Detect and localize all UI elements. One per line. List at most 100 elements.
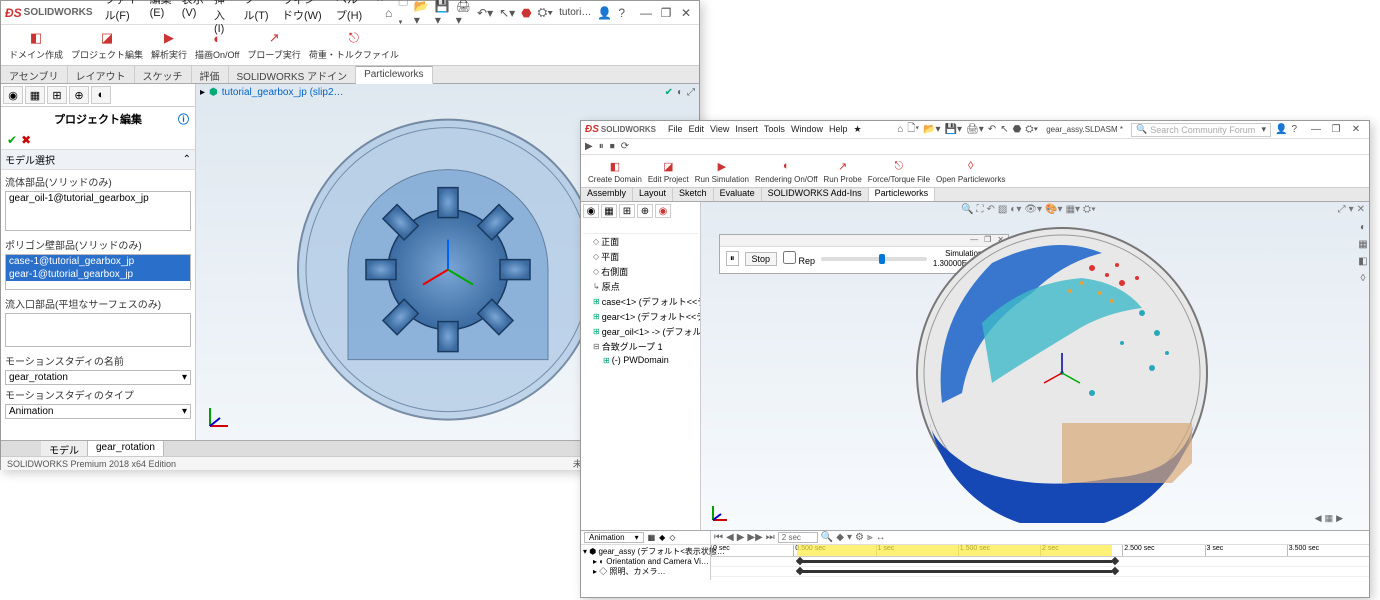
keyframe[interactable] — [1111, 557, 1119, 565]
tl-zoom-icon[interactable]: 🔍 — [821, 532, 833, 543]
track-row[interactable] — [711, 567, 1369, 577]
strip-icon[interactable]: ◊ — [1361, 273, 1366, 284]
motion-type-select[interactable]: Animation▾ — [584, 532, 644, 543]
tab-sketch[interactable]: スケッチ — [135, 66, 192, 83]
panel-help-icon[interactable]: ⓘ — [178, 111, 189, 127]
tl-end-icon[interactable]: ⏭ — [766, 532, 775, 543]
hide-show-icon[interactable]: 👁▾ — [1024, 204, 1042, 215]
ribbon-render-onoff[interactable]: ◐Rendering On/Off — [752, 157, 821, 185]
stop-icon[interactable]: ⏹ — [610, 141, 615, 152]
list-item[interactable]: gear_oil-1@tutorial_gearbox_jp — [6, 192, 190, 205]
print-icon[interactable]: 🖨▾ — [456, 0, 471, 27]
tree-plane-top[interactable]: ◇平面 — [583, 249, 698, 264]
menu-window[interactable]: Window — [791, 124, 823, 135]
ribbon-force-torque[interactable]: ⎋Force/Torque File — [865, 157, 933, 185]
tree-gear[interactable]: ⊞gear<1> (デフォルト<<デフォルト>_表示状… — [583, 309, 698, 324]
time-input[interactable]: 2 sec — [778, 532, 818, 543]
menu-help[interactable]: Help — [829, 124, 848, 135]
strip-icon[interactable]: ▦ — [1358, 239, 1367, 250]
print-icon[interactable]: 🖨▾ — [966, 124, 984, 135]
pause-icon[interactable]: ⏸ — [726, 251, 739, 266]
motion-tree-light[interactable]: ▸ ◇ 照明、カメラ… — [583, 566, 708, 577]
vp-dropdown-icon[interactable]: ▾ — [1349, 204, 1354, 215]
tl-key-icon[interactable]: ◆ — [836, 532, 844, 543]
ribbon-force-torque[interactable]: ⎋荷重・トルクファイル — [305, 27, 403, 63]
open-icon[interactable]: 📂▾ — [923, 124, 940, 135]
home-icon[interactable]: ⌂ — [385, 6, 392, 20]
tree-gear-oil[interactable]: ⊞gear_oil<1> -> (デフォルト<<デフォル… — [583, 324, 698, 339]
view-triad[interactable] — [204, 404, 232, 432]
menu-view[interactable]: View — [710, 124, 729, 135]
ribbon-edit-project[interactable]: ◪Edit Project — [645, 157, 692, 185]
ribbon-create-domain[interactable]: ◧Create Domain — [585, 157, 645, 185]
minimize-icon[interactable]: — — [637, 6, 655, 20]
calc-icon[interactable]: ▦ — [648, 533, 656, 542]
panel-icon-1[interactable]: ◉ — [3, 86, 23, 104]
rep-checkbox[interactable]: Rep — [783, 251, 815, 266]
minimize-icon[interactable]: — — [1307, 124, 1325, 135]
list-item[interactable]: case-1@tutorial_gearbox_jp — [6, 255, 190, 268]
panel-icon-4[interactable]: ⊕ — [637, 204, 653, 218]
zoom-fit-icon[interactable]: 🔍 — [961, 204, 973, 215]
save-icon[interactable]: 💾▾ — [945, 124, 962, 135]
vp-expand-icon[interactable]: ⤢ — [1338, 204, 1346, 215]
menu-insert[interactable]: Insert — [735, 124, 758, 135]
user-icon[interactable]: 👤 — [1275, 124, 1287, 135]
status-ok-icon[interactable]: ✔ — [665, 87, 673, 98]
panel-icon-5[interactable]: ◉ — [655, 204, 671, 218]
tree-mate-group[interactable]: ⊟合致グループ 1 — [583, 339, 698, 354]
tab-layout[interactable]: Layout — [633, 188, 673, 201]
fluid-parts-list[interactable]: gear_oil-1@tutorial_gearbox_jp — [5, 191, 191, 231]
motion-type-select[interactable]: Animation▾ — [5, 404, 191, 419]
ribbon-create-domain[interactable]: ◧ドメイン作成 — [5, 27, 67, 63]
options-icon[interactable]: ⛭▾ — [1025, 124, 1038, 135]
menu-file[interactable]: File — [668, 124, 683, 135]
new-icon[interactable]: 🗋▾ — [907, 121, 919, 138]
panel-icon-3[interactable]: ⊞ — [619, 204, 635, 218]
tl-spring-icon[interactable]: ⫸ — [867, 532, 873, 543]
tab-assembly[interactable]: アセンブリ — [1, 66, 68, 83]
track-bar[interactable] — [797, 570, 1113, 573]
track-bar[interactable] — [797, 560, 1113, 563]
options-icon[interactable]: ⛭▾ — [538, 5, 553, 20]
panel-icon-5[interactable]: ◐ — [91, 86, 111, 104]
home-icon[interactable]: ⌂ — [897, 124, 903, 135]
view-triad[interactable] — [709, 504, 729, 524]
panel-icon-2[interactable]: ▦ — [601, 204, 617, 218]
select-icon[interactable]: ↖ — [1000, 124, 1008, 135]
restore-icon[interactable]: ❐ — [1327, 124, 1345, 135]
tree-plane-right[interactable]: ◇右側面 — [583, 264, 698, 279]
expand-icon[interactable]: ⤢ — [687, 87, 695, 98]
ribbon-edit-project[interactable]: ◪プロジェクト編集 — [67, 27, 147, 63]
search-input[interactable]: 🔍Search Community Forum▾ — [1131, 123, 1271, 137]
undo-icon[interactable]: ↶ — [988, 124, 996, 135]
tracks[interactable] — [711, 557, 1369, 579]
tab-particleworks[interactable]: Particleworks — [356, 66, 432, 84]
toggle-icon[interactable]: ◐ — [677, 87, 683, 98]
loop-icon[interactable]: ⟳ — [621, 141, 629, 152]
menu-tools[interactable]: Tools — [764, 124, 785, 135]
motion-tree-root[interactable]: ▾ ⬢ gear_assy (デフォルト<表示状態… — [583, 546, 708, 557]
strip-icon[interactable]: ◧ — [1358, 256, 1367, 267]
unit-cube-icon[interactable]: ▦ — [1325, 513, 1334, 524]
motion-name-select[interactable]: gear_rotation▾ — [5, 370, 191, 385]
ribbon-open-pw[interactable]: ◊Open Particleworks — [933, 157, 1008, 185]
tab-assembly[interactable]: Assembly — [581, 188, 633, 201]
polygon-wall-list[interactable]: case-1@tutorial_gearbox_jp gear-1@tutori… — [5, 254, 191, 290]
tl-next-icon[interactable]: ▶▶ — [747, 532, 762, 543]
vp-close-icon[interactable]: ✕ — [1357, 204, 1365, 215]
viewport-3d[interactable]: 🔍 ⛶ ↶ ▧ ◐▾ 👁▾ 🎨▾ ▦▾ ⛭▾ ⤢ ▾ ✕ ◐ ▦ ◧ ◊ — [701, 202, 1369, 530]
undo-icon[interactable]: ↶▾ — [477, 6, 493, 20]
tl-motor-icon[interactable]: ⚙ — [855, 532, 864, 543]
close-icon[interactable]: ✕ — [1347, 124, 1365, 135]
tl-play-icon[interactable]: ▶ — [737, 532, 745, 543]
tl-opt-icon[interactable]: ▾ — [847, 532, 852, 543]
close-icon[interactable]: ✕ — [677, 6, 695, 20]
tree-origin[interactable]: ↳原点 — [583, 279, 698, 294]
display-style-icon[interactable]: ◐▾ — [1010, 204, 1021, 215]
panel-icon-1[interactable]: ◉ — [583, 204, 599, 218]
apply-scene-icon[interactable]: ▦▾ — [1066, 204, 1080, 215]
ribbon-run-sim[interactable]: ▶解析実行 — [147, 27, 191, 63]
time-ruler[interactable]: 0 sec 0.500 sec 1 sec 1.500 sec 2 sec 2.… — [711, 545, 1369, 557]
bottom-tab-motion[interactable]: gear_rotation — [88, 441, 164, 456]
